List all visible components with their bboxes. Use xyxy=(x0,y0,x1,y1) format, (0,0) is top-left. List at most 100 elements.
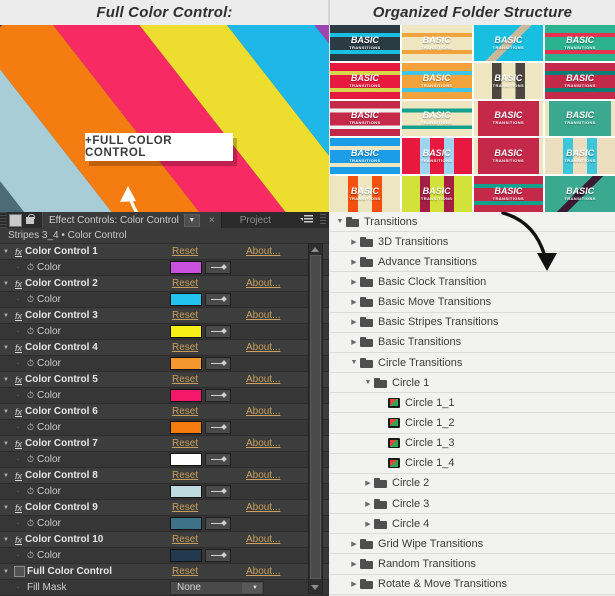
twirl-open-icon[interactable]: ▼ xyxy=(348,359,360,366)
thumbnail-item[interactable]: BASICTRANSITIONS xyxy=(474,176,544,212)
tree-folder-row[interactable]: ▼Circle Transitions xyxy=(330,353,615,373)
color-swatch[interactable] xyxy=(170,549,202,562)
twirl-icon[interactable]: ▼ xyxy=(0,281,12,287)
thumbnail-item[interactable]: BASICTRANSITIONS xyxy=(545,138,615,174)
tree-folder-row[interactable]: ▼Transitions xyxy=(330,212,615,232)
fill-mask-row[interactable]: ·Fill MaskNone▼ xyxy=(0,580,329,596)
eyedropper-icon[interactable] xyxy=(205,261,231,274)
eyedropper-icon[interactable] xyxy=(205,357,231,370)
twirl-open-icon[interactable]: ▼ xyxy=(334,218,346,225)
twirl-icon[interactable]: ▼ xyxy=(0,569,12,575)
twirl-closed-icon[interactable]: ▶ xyxy=(348,238,360,246)
effect-header-row[interactable]: ▼fxColor Control 2ResetAbout... xyxy=(0,276,329,292)
effect-header-row[interactable]: ▼fxColor Control 3ResetAbout... xyxy=(0,308,329,324)
effect-color-row[interactable]: ·⏱Color xyxy=(0,420,329,436)
effect-color-row[interactable]: ·⏱Color xyxy=(0,452,329,468)
effect-header-row[interactable]: ▼fxColor Control 4ResetAbout... xyxy=(0,340,329,356)
twirl-icon[interactable]: ▼ xyxy=(0,345,12,351)
thumbnail-item[interactable]: BASICTRANSITIONS xyxy=(545,63,615,99)
tree-folder-row[interactable]: ▶Basic Clock Transition xyxy=(330,272,615,292)
about-link[interactable]: About... xyxy=(246,278,280,289)
twirl-closed-icon[interactable]: ▶ xyxy=(348,278,360,286)
stopwatch-icon[interactable]: ⏱ xyxy=(24,358,37,369)
color-swatch[interactable] xyxy=(170,517,202,530)
reset-link[interactable]: Reset xyxy=(172,310,198,321)
eyedropper-icon[interactable] xyxy=(205,389,231,402)
tree-folder-row[interactable]: ▶Grid Wipe Transitions xyxy=(330,534,615,554)
effect-enable-checkbox[interactable] xyxy=(14,566,25,577)
twirl-icon[interactable]: ▼ xyxy=(0,505,12,511)
reset-link[interactable]: Reset xyxy=(172,406,198,417)
tree-folder-row[interactable]: ▶3D Transitions xyxy=(330,232,615,252)
effect-color-row[interactable]: ·⏱Color xyxy=(0,356,329,372)
eyedropper-icon[interactable] xyxy=(205,453,231,466)
color-swatch[interactable] xyxy=(170,485,202,498)
panel-right-grip-icon[interactable] xyxy=(320,214,326,226)
thumbnail-item[interactable]: BASICTRANSITIONS xyxy=(474,25,544,61)
twirl-icon[interactable]: ▼ xyxy=(0,537,12,543)
color-swatch[interactable] xyxy=(170,453,202,466)
effect-header-row[interactable]: ▼fxColor Control 7ResetAbout... xyxy=(0,436,329,452)
twirl-closed-icon[interactable]: ▶ xyxy=(348,258,360,266)
effect-color-row[interactable]: ·⏱Color xyxy=(0,388,329,404)
effect-color-row[interactable]: ·⏱Color xyxy=(0,484,329,500)
eyedropper-icon[interactable] xyxy=(205,421,231,434)
reset-link[interactable]: Reset xyxy=(172,278,198,289)
effect-header-row[interactable]: ▼fxColor Control 9ResetAbout... xyxy=(0,500,329,516)
tree-clip-row[interactable]: Circle 1_3 xyxy=(330,434,615,454)
twirl-closed-icon[interactable]: ▶ xyxy=(348,298,360,306)
reset-link[interactable]: Reset xyxy=(172,374,198,385)
twirl-closed-icon[interactable]: ▶ xyxy=(348,318,360,326)
tab-close-icon[interactable]: × xyxy=(209,215,215,226)
stopwatch-icon[interactable]: ⏱ xyxy=(24,326,37,337)
tree-folder-row[interactable]: ▶Basic Stripes Transitions xyxy=(330,313,615,333)
twirl-closed-icon[interactable]: ▶ xyxy=(362,479,374,487)
eyedropper-icon[interactable] xyxy=(205,549,231,562)
panel-menu-icon[interactable] xyxy=(300,215,313,224)
twirl-closed-icon[interactable]: ▶ xyxy=(348,338,360,346)
effect-header-row[interactable]: ▼fxColor Control 10ResetAbout... xyxy=(0,532,329,548)
color-swatch[interactable] xyxy=(170,421,202,434)
stopwatch-icon[interactable]: ⏱ xyxy=(24,262,37,273)
tree-folder-row[interactable]: ▶Random Transitions xyxy=(330,554,615,574)
twirl-icon[interactable]: ▼ xyxy=(0,377,12,383)
color-swatch[interactable] xyxy=(170,261,202,274)
effect-color-row[interactable]: ·⏱Color xyxy=(0,516,329,532)
stopwatch-icon[interactable]: ⏱ xyxy=(24,422,37,433)
twirl-icon[interactable]: ▼ xyxy=(0,249,12,255)
reset-link[interactable]: Reset xyxy=(172,470,198,481)
reset-link[interactable]: Reset xyxy=(172,534,198,545)
thumbnail-item[interactable]: BASICTRANSITIONS xyxy=(474,63,544,99)
about-link[interactable]: About... xyxy=(246,534,280,545)
twirl-closed-icon[interactable]: ▶ xyxy=(362,520,374,528)
chevron-down-icon[interactable]: ▼ xyxy=(242,583,262,593)
color-swatch[interactable] xyxy=(170,325,202,338)
about-link[interactable]: About... xyxy=(246,246,280,257)
panel-grip-icon[interactable] xyxy=(0,212,7,228)
thumbnail-item[interactable]: BASICTRANSITIONS xyxy=(330,101,400,137)
about-link[interactable]: About... xyxy=(246,342,280,353)
about-link[interactable]: About... xyxy=(246,502,280,513)
tree-folder-row[interactable]: ▶Rotate & Move Transitions xyxy=(330,575,615,595)
effect-color-row[interactable]: ·⏱Color xyxy=(0,292,329,308)
twirl-closed-icon[interactable]: ▶ xyxy=(348,540,360,548)
twirl-closed-icon[interactable]: ▶ xyxy=(362,500,374,508)
eyedropper-icon[interactable] xyxy=(205,485,231,498)
about-link[interactable]: About... xyxy=(246,438,280,449)
stopwatch-icon[interactable]: ⏱ xyxy=(24,550,37,561)
thumbnail-item[interactable]: BASICTRANSITIONS xyxy=(474,138,544,174)
thumbnail-item[interactable]: BASICTRANSITIONS xyxy=(545,176,615,212)
tree-folder-row[interactable]: ▶Basic Transitions xyxy=(330,333,615,353)
stopwatch-icon[interactable]: ⏱ xyxy=(24,294,37,305)
eyedropper-icon[interactable] xyxy=(205,325,231,338)
tree-clip-row[interactable]: Circle 1_1 xyxy=(330,393,615,413)
about-link[interactable]: About... xyxy=(246,566,280,577)
tab-dropdown-icon[interactable]: ▼ xyxy=(184,214,200,227)
scroll-up-icon[interactable] xyxy=(311,247,319,252)
effect-header-row[interactable]: ▼fxColor Control 8ResetAbout... xyxy=(0,468,329,484)
tree-clip-row[interactable]: Circle 1_4 xyxy=(330,454,615,474)
effect-color-row[interactable]: ·⏱Color xyxy=(0,548,329,564)
panel-square-icon[interactable] xyxy=(9,214,22,227)
reset-link[interactable]: Reset xyxy=(172,438,198,449)
tab-effect-controls[interactable]: Effect Controls: Color Control ▼ × xyxy=(42,212,222,228)
